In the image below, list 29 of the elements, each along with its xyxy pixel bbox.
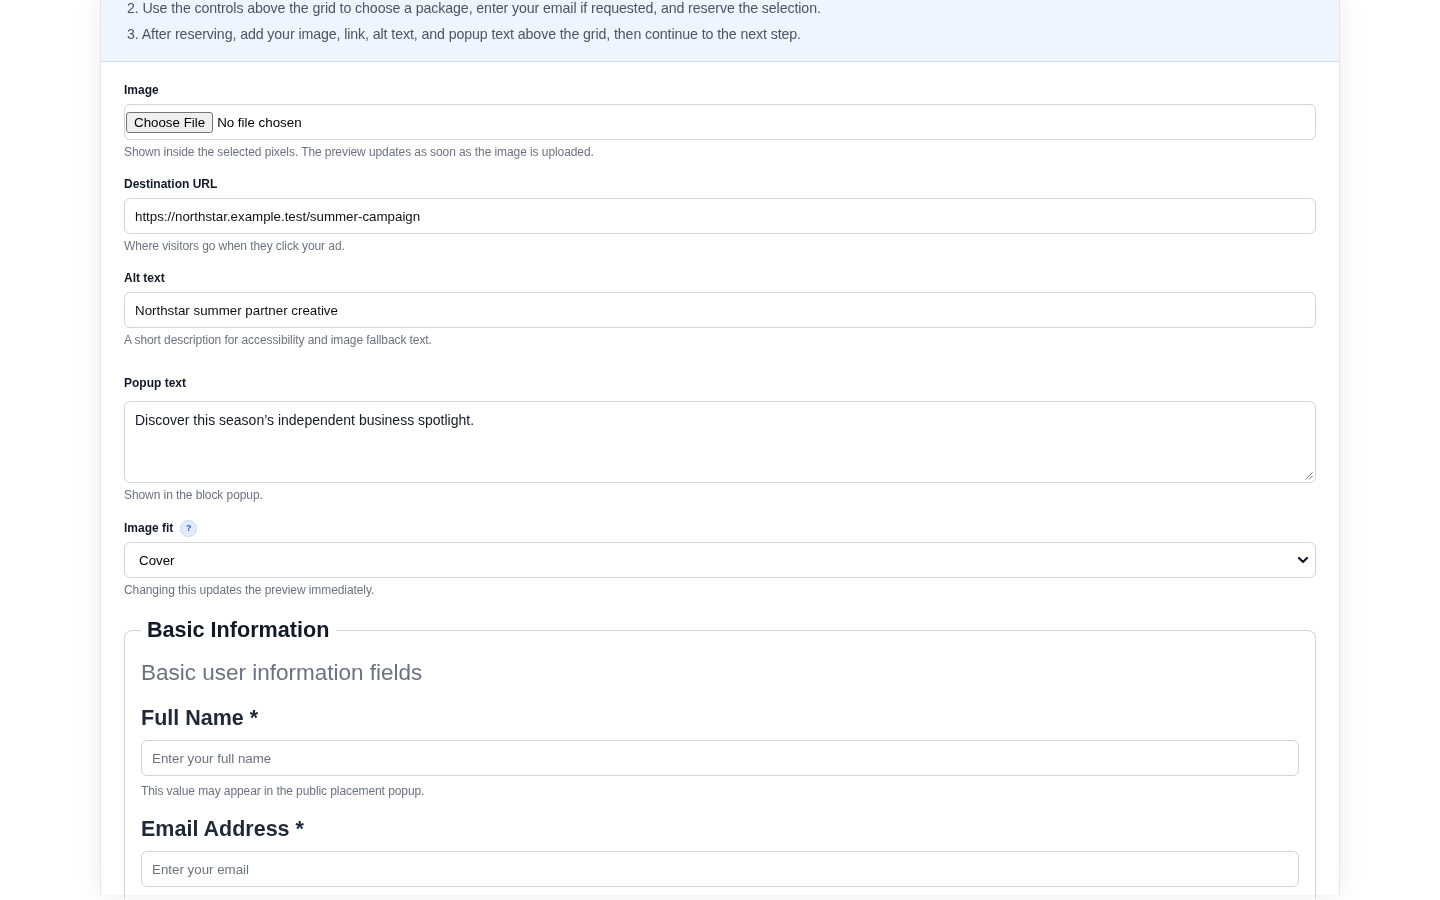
choose-file-button[interactable]: Choose File [126, 111, 214, 133]
resize-grip-icon[interactable] [1305, 472, 1313, 480]
hint-text: Changing this updates the preview immediately. [124, 582, 375, 598]
file-input-field[interactable]: Choose File No file chosen [124, 104, 1316, 140]
field-label: Email Address * [141, 816, 304, 843]
help-icon[interactable]: ? [180, 519, 198, 537]
file-status-text: No file chosen [217, 114, 302, 130]
text-input[interactable]: https://northstar.example.test/summer-campaign [124, 198, 1316, 234]
instruction-text: 3. After reserving, add your image, link, alt text, and popup text above the grid, then continue to the next step. [127, 25, 801, 44]
field-label: Destination URL [124, 176, 218, 192]
field-label: Popup text [124, 375, 186, 391]
hint-text: Shown inside the selected pixels. The preview updates as soon as the image is uploaded. [124, 144, 594, 160]
field-label: Image fit [124, 520, 174, 536]
text-input[interactable]: Northstar summer partner creative [124, 292, 1316, 328]
hint-text: This value may appear in the public placement popup. [141, 783, 425, 799]
field-label: Image [124, 82, 159, 98]
chevron-down-icon [1298, 556, 1308, 564]
text-input[interactable]: Enter your full name [141, 740, 1299, 776]
hint-text: Where visitors go when they click your ad. [124, 238, 345, 254]
hint-text: A short description for accessibility and image fallback text. [124, 332, 432, 348]
field-label: Full Name * [141, 705, 259, 732]
field-label: Alt text [124, 270, 165, 286]
instruction-text: 2. Use the controls above the grid to choose a package, enter your email if requested, and reserve the selection. [127, 0, 821, 18]
text-input[interactable]: Enter your email [141, 851, 1299, 887]
hint-text: Shown in the block popup. [124, 487, 263, 503]
section-title: Basic Information [146, 616, 331, 644]
text-area[interactable]: Discover this season’s independent business spotlight. [124, 401, 1316, 483]
select-field[interactable]: Cover [124, 542, 1316, 578]
section-description: Basic user information fields [141, 659, 423, 687]
